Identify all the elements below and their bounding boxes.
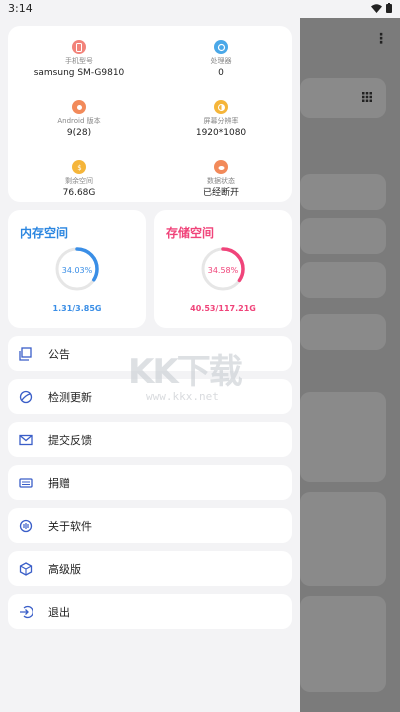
storage-percent: 34.58% [207, 266, 239, 275]
menu-item-donate[interactable]: 捐赠 [8, 465, 292, 500]
menu-item-announcement[interactable]: 公告 [8, 336, 292, 371]
menu-item-label: 检测更新 [48, 390, 92, 404]
phone-icon [72, 40, 86, 54]
update-icon [18, 389, 34, 405]
data-icon [214, 160, 228, 174]
navigation-drawer: 手机型号 samsung SM-G9810 处理器 0 Android 版本 9… [0, 18, 300, 712]
info-label: 处理器 [210, 57, 232, 65]
info-value: 76.68G [62, 188, 96, 198]
menu-item-label: 捐赠 [48, 476, 70, 490]
cpu-icon [214, 40, 228, 54]
info-label: 手机型号 [65, 57, 93, 65]
menu-item-label: 提交反馈 [48, 433, 92, 447]
info-value: 9(28) [66, 128, 92, 138]
info-free-space: $ 剩余空间 76.68G [8, 160, 150, 200]
memory-card[interactable]: 内存空间 34.03% 1.31/3.85G [8, 210, 146, 328]
info-android-version: Android 版本 9(28) [8, 100, 150, 140]
bg-card [300, 314, 386, 350]
menu-item-check-update[interactable]: 检测更新 [8, 379, 292, 414]
menu-item-about[interactable]: 关于软件 [8, 508, 292, 543]
background-app-scrim[interactable]: ⋮ [300, 18, 400, 712]
info-cpu: 处理器 0 [150, 40, 292, 80]
info-value: 已经断开 [202, 188, 239, 198]
bg-card [300, 174, 386, 210]
menu-item-label: 关于软件 [48, 519, 92, 533]
info-label: 剩余空间 [65, 177, 93, 185]
menu-item-premium[interactable]: 高级版 [8, 551, 292, 586]
feedback-icon [18, 432, 34, 448]
bg-card [300, 392, 386, 482]
info-value: 0 [218, 68, 224, 78]
battery-icon [386, 3, 392, 13]
bg-card [300, 262, 386, 298]
wifi-icon [371, 3, 382, 13]
bg-card [300, 596, 386, 692]
status-bar: 3:14 [0, 0, 400, 18]
android-icon [72, 100, 86, 114]
bg-card [300, 78, 386, 118]
device-info-card: 手机型号 samsung SM-G9810 处理器 0 Android 版本 9… [8, 26, 292, 202]
menu-item-feedback[interactable]: 提交反馈 [8, 422, 292, 457]
info-data-status: 数据状态 已经断开 [150, 160, 292, 200]
menu-item-label: 退出 [48, 605, 70, 619]
premium-icon [18, 561, 34, 577]
storage-card[interactable]: 存储空间 34.58% 40.53/117.21G [154, 210, 292, 328]
storage-icon: $ [72, 160, 86, 174]
exit-icon [18, 604, 34, 620]
memory-title: 内存空间 [20, 226, 69, 240]
memory-usage: 1.31/3.85G [52, 304, 102, 313]
svg-text:$: $ [77, 164, 81, 172]
status-time: 3:14 [8, 2, 33, 15]
screen-icon [214, 100, 228, 114]
announcement-icon [18, 346, 34, 362]
bg-card [300, 218, 386, 254]
menu-item-label: 公告 [48, 347, 70, 361]
more-options-icon: ⋮ [374, 31, 388, 47]
donate-icon [18, 475, 34, 491]
grid-icon [362, 92, 372, 102]
info-label: Android 版本 [57, 117, 101, 125]
menu-item-label: 高级版 [48, 562, 81, 576]
info-value: samsung SM-G9810 [33, 68, 125, 78]
memory-percent: 34.03% [61, 266, 93, 275]
info-value: 1920*1080 [195, 128, 247, 138]
info-label: 屏幕分辨率 [203, 117, 239, 125]
storage-title: 存储空间 [166, 226, 215, 240]
bg-card [300, 492, 386, 586]
about-icon [18, 518, 34, 534]
storage-usage: 40.53/117.21G [190, 304, 256, 313]
info-label: 数据状态 [207, 177, 235, 185]
info-phone-model: 手机型号 samsung SM-G9810 [8, 40, 150, 80]
menu-item-exit[interactable]: 退出 [8, 594, 292, 629]
info-resolution: 屏幕分辨率 1920*1080 [150, 100, 292, 140]
